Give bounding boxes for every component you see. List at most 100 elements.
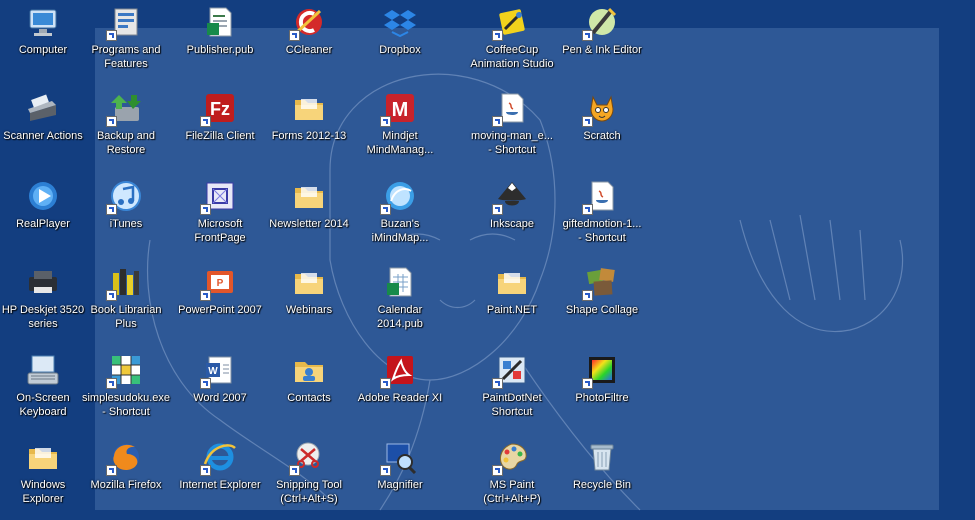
desktop-icon-ccleaner[interactable]: CCleaner bbox=[265, 2, 353, 84]
java-doc-icon bbox=[492, 90, 530, 127]
desktop-icon-ms-paint-ctrl-alt-p[interactable]: MS Paint (Ctrl+Alt+P) bbox=[468, 437, 556, 519]
desktop-icon-paint-net[interactable]: Paint.NET bbox=[468, 262, 556, 344]
desktop-icon-mindjet-mindmanag[interactable]: M Mindjet MindManag... bbox=[356, 88, 444, 170]
scratch-cat-icon bbox=[582, 90, 620, 127]
desktop-icon-label: Newsletter 2014 bbox=[269, 218, 349, 230]
printer-icon bbox=[25, 264, 61, 300]
desktop-icon-shape-collage[interactable]: Shape Collage bbox=[558, 262, 646, 344]
desktop-icon-label: Forms 2012-13 bbox=[271, 130, 347, 142]
shortcut-arrow-icon bbox=[106, 116, 117, 127]
collage-icon bbox=[582, 264, 620, 301]
desktop-icon-filezilla-client[interactable]: Fz FileZilla Client bbox=[176, 88, 264, 170]
desktop-icon-label: PowerPoint 2007 bbox=[178, 304, 262, 316]
desktop-icon-label: Shape Collage bbox=[565, 304, 639, 316]
desktop-icon-label: MS Paint (Ctrl+Alt+P) bbox=[483, 479, 541, 505]
desktop-icon-label: Inkscape bbox=[489, 218, 535, 230]
shortcut-arrow-icon bbox=[582, 378, 593, 389]
powerpoint-icon: P bbox=[200, 264, 238, 301]
palette-icon bbox=[492, 439, 530, 476]
desktop-icon-label: On-Screen Keyboard bbox=[16, 392, 70, 418]
desktop-icon-simplesudoku-exe-shortcut[interactable]: simplesudoku.exe - Shortcut bbox=[82, 350, 170, 432]
scanner-icon bbox=[25, 90, 61, 126]
desktop-icon-realplayer[interactable]: RealPlayer bbox=[0, 176, 87, 258]
desktop-icon-adobe-reader-xi[interactable]: Adobe Reader XI bbox=[356, 350, 444, 432]
scissors-icon bbox=[289, 439, 327, 476]
desktop-icon-powerpoint-2007[interactable]: P PowerPoint 2007 bbox=[176, 262, 264, 344]
shortcut-arrow-icon bbox=[289, 30, 300, 41]
desktop-icon-label: HP Deskjet 3520 series bbox=[1, 304, 85, 330]
desktop-icon-coffeecup-animation-studio[interactable]: CoffeeCup Animation Studio bbox=[468, 2, 556, 84]
desktop-icon-word-2007[interactable]: W Word 2007 bbox=[176, 350, 264, 432]
realplayer-icon bbox=[25, 178, 61, 214]
inkscape-icon bbox=[492, 178, 530, 215]
sudoku-icon bbox=[106, 352, 144, 389]
shortcut-arrow-icon bbox=[380, 116, 391, 127]
folder-icon bbox=[291, 90, 327, 126]
desktop-icon-webinars[interactable]: Webinars bbox=[265, 262, 353, 344]
itunes-icon bbox=[106, 178, 144, 215]
desktop-icon-dropbox[interactable]: Dropbox bbox=[356, 2, 444, 84]
java-doc-icon bbox=[582, 178, 620, 215]
folder-icon bbox=[494, 264, 530, 300]
desktop-icon-photofiltre[interactable]: PhotoFiltre bbox=[558, 350, 646, 432]
shortcut-arrow-icon bbox=[106, 204, 117, 215]
adobe-reader-icon bbox=[380, 352, 418, 389]
desktop-icon-publisher-pub[interactable]: Publisher.pub bbox=[176, 2, 264, 84]
desktop-icon-itunes[interactable]: iTunes bbox=[82, 176, 170, 258]
desktop-icon-pen-ink-editor[interactable]: Pen & Ink Editor bbox=[558, 2, 646, 84]
desktop-icon-label: FileZilla Client bbox=[185, 130, 255, 142]
ie-icon bbox=[200, 439, 238, 476]
shortcut-arrow-icon bbox=[106, 290, 117, 301]
shortcut-arrow-icon bbox=[492, 378, 503, 389]
desktop-icon-mozilla-firefox[interactable]: Mozilla Firefox bbox=[82, 437, 170, 519]
desktop-icon-recycle-bin[interactable]: Recycle Bin bbox=[558, 437, 646, 519]
ccleaner-icon bbox=[289, 4, 327, 41]
desktop-icon-newsletter-2014[interactable]: Newsletter 2014 bbox=[265, 176, 353, 258]
desktop-icon-label: iTunes bbox=[109, 218, 143, 230]
photofiltre-icon bbox=[582, 352, 620, 389]
books-icon bbox=[106, 264, 144, 301]
desktop-icon-label: PaintDotNet Shortcut bbox=[482, 392, 542, 418]
filezilla-icon: Fz bbox=[200, 90, 238, 127]
desktop-icon-calendar-2014-pub[interactable]: Calendar 2014.pub bbox=[356, 262, 444, 344]
desktop-icon-contacts[interactable]: Contacts bbox=[265, 350, 353, 432]
desktop-icon-label: simplesudoku.exe - Shortcut bbox=[81, 392, 171, 418]
folder-icon bbox=[25, 439, 61, 475]
shortcut-arrow-icon bbox=[380, 204, 391, 215]
desktop-icon-giftedmotion-1-shortcut[interactable]: giftedmotion-1... - Shortcut bbox=[558, 176, 646, 258]
desktop-icon-inkscape[interactable]: Inkscape bbox=[468, 176, 556, 258]
coffeecup-icon bbox=[492, 4, 530, 41]
desktop-icon-programs-and-features[interactable]: Programs and Features bbox=[82, 2, 170, 84]
desktop-icon-snipping-tool-ctrl-alt-s[interactable]: Snipping Tool (Ctrl+Alt+S) bbox=[265, 437, 353, 519]
desktop-icon-moving-man-e-shortcut[interactable]: moving-man_e... - Shortcut bbox=[468, 88, 556, 170]
desktop-icon-hp-deskjet-3520-series[interactable]: HP Deskjet 3520 series bbox=[0, 262, 87, 344]
desktop-icon-scratch[interactable]: Scratch bbox=[558, 88, 646, 170]
desktop-icon-buzan-s-imindmap[interactable]: Buzan's iMindMap... bbox=[356, 176, 444, 258]
desktop-icon-backup-and-restore[interactable]: Backup and Restore bbox=[82, 88, 170, 170]
desktop-icon-book-librarian-plus[interactable]: Book Librarian Plus bbox=[82, 262, 170, 344]
keyboard-icon bbox=[25, 352, 61, 388]
desktop-icon-internet-explorer[interactable]: Internet Explorer bbox=[176, 437, 264, 519]
desktop-icon-on-screen-keyboard[interactable]: On-Screen Keyboard bbox=[0, 350, 87, 432]
desktop-icon-forms-2012-13[interactable]: Forms 2012-13 bbox=[265, 88, 353, 170]
folder-icon bbox=[291, 178, 327, 214]
desktop-icon-label: Pen & Ink Editor bbox=[562, 44, 642, 56]
desktop-icon-label: PhotoFiltre bbox=[575, 392, 629, 404]
shortcut-arrow-icon bbox=[200, 465, 211, 476]
desktop-icon-label: Magnifier bbox=[377, 479, 423, 491]
desktop-icon-paintdotnet-shortcut[interactable]: PaintDotNet Shortcut bbox=[468, 350, 556, 432]
desktop-icon-scanner-actions[interactable]: Scanner Actions bbox=[0, 88, 87, 170]
shortcut-arrow-icon bbox=[582, 290, 593, 301]
desktop-icon-label: Scratch bbox=[583, 130, 621, 142]
desktop-icon-computer[interactable]: Computer bbox=[0, 2, 87, 84]
desktop-icon-microsoft-frontpage[interactable]: Microsoft FrontPage bbox=[176, 176, 264, 258]
shortcut-arrow-icon bbox=[492, 116, 503, 127]
word-icon: W bbox=[200, 352, 238, 389]
desktop-icon-windows-explorer[interactable]: Windows Explorer bbox=[0, 437, 87, 519]
programs-icon bbox=[106, 4, 144, 41]
desktop-icon-label: moving-man_e... - Shortcut bbox=[471, 130, 553, 156]
shortcut-arrow-icon bbox=[200, 116, 211, 127]
shortcut-arrow-icon bbox=[380, 378, 391, 389]
desktop-icon-magnifier[interactable]: Magnifier bbox=[356, 437, 444, 519]
frontpage-icon bbox=[200, 178, 238, 215]
